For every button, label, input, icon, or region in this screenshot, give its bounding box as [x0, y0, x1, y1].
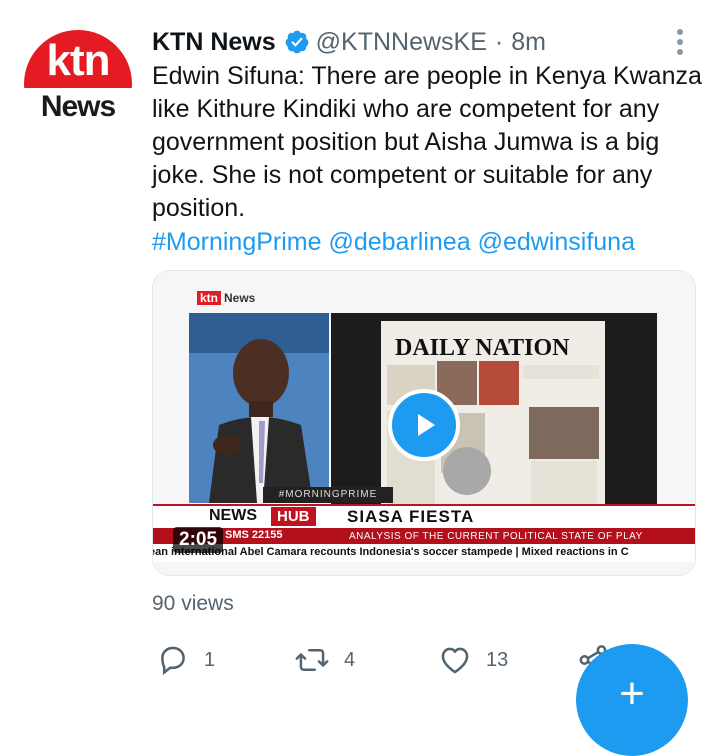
newspaper-screen: DAILY NATION — [331, 313, 657, 509]
tweet-header: KTN News @KTNNewsKE · 8m — [152, 26, 546, 58]
tweet-text-line: joke. She is not competent or suitable f… — [152, 161, 653, 189]
video-player[interactable]: ktn News DAILY NATION #MORNINGPRIME NEWS… — [152, 270, 696, 576]
verified-badge-icon — [285, 30, 309, 54]
video-duration: 2:05 — [173, 527, 224, 553]
video-bottom-padding — [153, 562, 695, 575]
view-count: 90 views — [152, 592, 234, 615]
compose-fab[interactable]: + — [576, 644, 688, 756]
like-button[interactable]: 13 — [438, 640, 508, 680]
reply-button[interactable]: 1 — [156, 640, 215, 680]
channel-logo-ktn: ktn — [197, 291, 221, 305]
hashtag-link[interactable]: #MorningPrime — [152, 228, 322, 256]
avatar-ktn-text: ktn — [46, 36, 111, 85]
lower-third-segment: SIASA FIESTA — [347, 507, 475, 526]
reply-count: 1 — [204, 648, 216, 671]
retweet-icon — [295, 649, 329, 671]
tweet-hashtags: #MorningPrime @debarlinea @edwinsifuna — [152, 226, 635, 259]
analysis-label: ANALYSIS OF THE CURRENT POLITICAL STATE … — [349, 531, 643, 542]
news-ticker: ean international Abel Camara recounts I… — [153, 544, 695, 562]
reply-icon — [161, 646, 185, 676]
retweet-count: 4 — [344, 648, 356, 671]
author-handle[interactable]: @KTNNewsKE — [316, 28, 487, 57]
lower-third-hub: HUB — [271, 507, 316, 526]
plus-icon: + — [619, 669, 645, 718]
play-icon — [418, 414, 435, 436]
guest-figure — [189, 313, 329, 503]
tweet-timestamp[interactable]: 8m — [511, 28, 546, 57]
author-avatar[interactable]: ktn News — [24, 30, 132, 138]
more-vertical-icon[interactable] — [668, 26, 692, 58]
tweet-text: Edwin Sifuna: There are people in Kenya … — [152, 60, 702, 225]
channel-logo: ktn News — [197, 291, 258, 305]
hashtag-strip: #MORNINGPRIME — [263, 487, 393, 503]
lower-third-red-bar: SMS 22155 ANALYSIS OF THE CURRENT POLITI… — [153, 528, 695, 544]
mention-link[interactable]: @debarlinea — [328, 228, 470, 256]
like-count: 13 — [486, 648, 509, 671]
lower-third-news: NEWS — [209, 507, 257, 524]
play-button[interactable] — [388, 389, 460, 461]
ticker-text: ean international Abel Camara recounts I… — [153, 546, 629, 558]
tweet-text-line: government position but Aisha Jumwa is a… — [152, 128, 660, 156]
lower-third-bar: NEWS HUB SIASA FIESTA — [153, 504, 695, 528]
sms-label: SMS 22155 — [225, 529, 283, 541]
channel-logo-news: News — [224, 291, 256, 305]
avatar-news-text: News — [40, 90, 116, 123]
tweet-text-line: Edwin Sifuna: There are people in Kenya … — [152, 62, 702, 90]
separator-dot: · — [494, 27, 504, 56]
tweet-text-line: position. — [152, 194, 246, 222]
author-name[interactable]: KTN News — [152, 28, 276, 57]
retweet-button[interactable]: 4 — [294, 640, 355, 680]
mention-link[interactable]: @edwinsifuna — [478, 228, 635, 256]
tweet-text-line: like Kithure Kindiki who are competent f… — [152, 95, 660, 123]
like-icon — [441, 647, 469, 674]
guest-video-panel — [189, 313, 329, 503]
